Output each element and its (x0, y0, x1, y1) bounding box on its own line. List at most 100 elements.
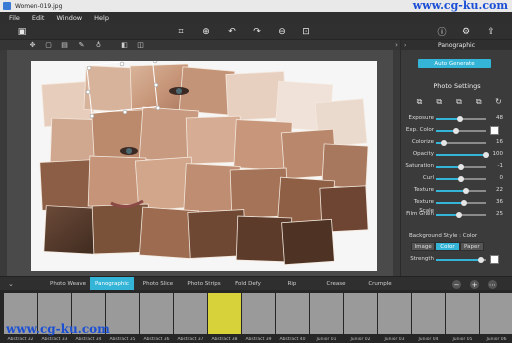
slider-label: Colorize (411, 139, 434, 145)
move-icon[interactable]: ✥ (28, 41, 37, 49)
zoom-in-icon[interactable]: ⊕ (200, 26, 212, 37)
thumbnail[interactable]: Abstract 36 (140, 293, 173, 342)
watermark-bottom: www.cg-ku.com (6, 322, 110, 336)
image-icon[interactable]: ▣ (16, 26, 28, 37)
stamp-icon[interactable]: ▤ (60, 41, 69, 49)
slider-value: -1 (497, 163, 503, 169)
strength-knob[interactable] (478, 256, 484, 263)
panel-header: › Panographic (401, 40, 512, 50)
slider-row: Film Grain 25 (401, 210, 512, 219)
thumbnail-label: Junior 01 (316, 337, 337, 342)
tab-rip[interactable]: Rip (270, 277, 314, 291)
fit-icon[interactable]: ⊡ (300, 26, 312, 37)
share-icon[interactable]: ⇪ (485, 26, 497, 37)
light-icon[interactable]: ♁ (94, 41, 103, 49)
rotate-left-icon[interactable]: ↶ (226, 26, 238, 37)
strength-row: Strength (401, 255, 512, 264)
panographic-photo[interactable] (31, 58, 377, 271)
slider-track[interactable] (436, 139, 486, 146)
bg-option-image[interactable]: Image (411, 242, 436, 251)
strength-label: Strength (410, 256, 434, 262)
slider-row: Exp. Color (401, 126, 512, 135)
canvas-margin-right (393, 50, 400, 276)
tab-photo-weave[interactable]: Photo Weave (46, 277, 90, 291)
thumbnail[interactable]: Abstract 37 (174, 293, 207, 342)
add-icon[interactable]: + (470, 280, 479, 289)
bg-option-paper[interactable]: Paper (459, 242, 484, 251)
slider-label: Saturation (405, 163, 434, 169)
brush-icon[interactable]: ✎ (77, 41, 86, 49)
options-icon[interactable]: ⋯ (488, 280, 497, 289)
thumbnail[interactable]: Junior 01 (310, 293, 343, 342)
slider-value: 36 (496, 199, 503, 205)
slider-knob[interactable] (457, 163, 464, 170)
thumbnail[interactable]: Abstract 39 (242, 293, 275, 342)
slider-value: 0 (499, 175, 504, 181)
thumbnail[interactable]: Abstract 40 (276, 293, 309, 342)
menu-edit[interactable]: Edit (32, 14, 45, 22)
thumbnail[interactable]: Junior 04 (412, 293, 445, 342)
thumbnail-label: Junior 05 (452, 337, 473, 342)
thumbnail-label: Junior 03 (384, 337, 405, 342)
slider-row: Texture 22 (401, 186, 512, 195)
menu-window[interactable]: Window (56, 14, 82, 22)
rotate-right-icon[interactable]: ↷ (251, 26, 263, 37)
strength-color-swatch[interactable] (490, 255, 499, 264)
collapse-icon[interactable]: ⌄ (8, 280, 14, 288)
bg-option-color[interactable]: Color (435, 242, 460, 251)
tab-photo-strips[interactable]: Photo Strips (182, 277, 226, 291)
slider-track[interactable] (436, 127, 486, 134)
preset-1-icon[interactable]: ⧉ (415, 97, 424, 106)
background-style-selector: Image Color Paper (411, 242, 484, 251)
mask-icon[interactable]: ◫ (136, 41, 145, 49)
thumbnail[interactable]: Junior 03 (378, 293, 411, 342)
zoom-out-icon[interactable]: ⊖ (276, 26, 288, 37)
slider-knob[interactable] (458, 175, 464, 182)
tab-crumple[interactable]: Crumple (358, 277, 402, 291)
tab-panographic[interactable]: Panographic (90, 277, 134, 291)
strength-slider[interactable] (436, 256, 486, 263)
slider-track[interactable] (436, 115, 486, 122)
slider-knob[interactable] (463, 187, 469, 194)
chevron-right-icon[interactable]: › (404, 42, 406, 49)
tab-fold-defy[interactable]: Fold Defy (226, 277, 270, 291)
preset-3-icon[interactable]: ⧉ (455, 97, 464, 106)
layer-icon[interactable]: ◧ (120, 41, 129, 49)
sub-toolbar: ✥ ▢ ▤ ✎ ♁ ◧ ◫ › (0, 40, 400, 50)
reset-icon[interactable]: ↻ (494, 97, 503, 106)
slider-track[interactable] (436, 175, 486, 182)
preset-2-icon[interactable]: ⧉ (435, 97, 444, 106)
menu-file[interactable]: File (9, 14, 20, 22)
tab-crease[interactable]: Crease (314, 277, 358, 291)
effect-tabs: ⌄ Photo Weave Panographic Photo Slice Photo… (0, 276, 512, 291)
slider-track[interactable] (436, 151, 489, 158)
slider-value: 48 (496, 115, 503, 121)
slider-knob[interactable] (455, 211, 462, 218)
thumbnail[interactable]: Abstract 38 (208, 293, 241, 342)
thumbnail[interactable]: Junior 05 (446, 293, 479, 342)
crop-icon[interactable]: ⌗ (175, 26, 187, 37)
main-toolbar: ▣ ⌗ ⊕ ↶ ↷ ⊖ ⊡ ⓘ ⚙ ⇪ (0, 23, 512, 40)
exp-color-swatch[interactable] (490, 126, 499, 135)
preset-4-icon[interactable]: ⧉ (474, 97, 483, 106)
slider-track[interactable] (436, 163, 486, 170)
slider-knob[interactable] (457, 115, 463, 122)
auto-generate-button[interactable]: Auto Generate (418, 59, 491, 68)
thumbnail-label: Abstract 39 (245, 337, 272, 342)
menu-help[interactable]: Help (94, 14, 109, 22)
thumbnail[interactable]: Abstract 35 (106, 293, 139, 342)
thumbnail[interactable]: Junior 06 (480, 293, 512, 342)
remove-icon[interactable]: − (452, 280, 461, 289)
canvas[interactable] (7, 50, 393, 276)
slider-knob[interactable] (441, 139, 447, 146)
slider-track[interactable] (436, 211, 486, 218)
slider-knob[interactable] (453, 127, 459, 134)
slider-track[interactable] (436, 199, 486, 206)
info-icon[interactable]: ⓘ (436, 26, 448, 38)
select-icon[interactable]: ▢ (44, 41, 53, 49)
tab-photo-slice[interactable]: Photo Slice (136, 277, 180, 291)
slider-track[interactable] (436, 187, 486, 194)
settings-icon[interactable]: ⚙ (460, 26, 472, 37)
slider-knob[interactable] (460, 199, 467, 206)
thumbnail[interactable]: Junior 02 (344, 293, 377, 342)
